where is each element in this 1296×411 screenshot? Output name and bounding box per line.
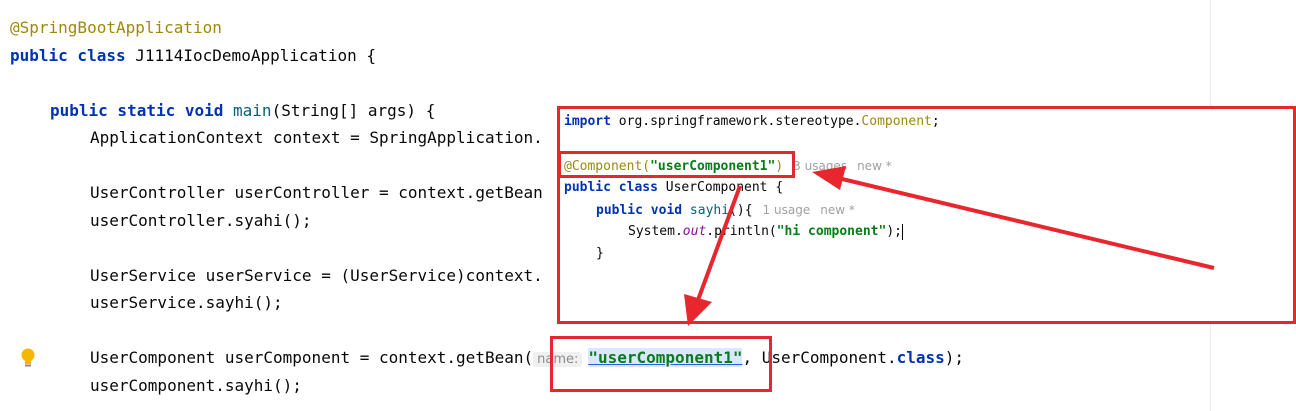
code-line-user-controller: UserController userController = context.… — [90, 183, 543, 202]
usages-hint[interactable]: 3 usages — [793, 159, 847, 173]
popup-method-line: public void sayhi(){1 usage new * — [596, 203, 855, 218]
component-source-popup: import org.springframework.stereotype.Co… — [557, 106, 1296, 324]
annotation-highlight-box — [558, 151, 795, 178]
code-line-component-call: userComponent.sayhi(); — [90, 376, 302, 395]
argument-highlight-box — [550, 336, 772, 392]
code-line-controller-call: userController.syahi(); — [90, 211, 312, 230]
code-line-user-component: UserComponent userComponent = context.ge… — [90, 348, 965, 367]
popup-class-line: public class UserComponent { — [564, 180, 784, 195]
text-caret — [901, 223, 903, 240]
popup-import-line: import org.springframework.stereotype.Co… — [564, 114, 940, 129]
code-line-context: ApplicationContext context = SpringAppli… — [90, 128, 543, 147]
popup-body-line: System.out.println("hi component"); — [628, 223, 903, 240]
popup-method-close: } — [596, 246, 604, 261]
method-usages-hint[interactable]: 1 usage — [763, 203, 811, 217]
code-line-service-call: userService.sayhi(); — [90, 293, 283, 312]
code-line-class-decl: public class J1114IocDemoApplication { — [10, 46, 377, 65]
author-hint: new * — [857, 159, 892, 173]
code-line-main-method: public static void main(String[] args) { — [50, 101, 436, 120]
method-author-hint: new * — [820, 203, 855, 217]
lightbulb-icon[interactable] — [19, 347, 37, 369]
code-line-annotation: @SpringBootApplication — [10, 18, 222, 37]
code-line-user-service: UserService userService = (UserService)c… — [90, 266, 543, 285]
